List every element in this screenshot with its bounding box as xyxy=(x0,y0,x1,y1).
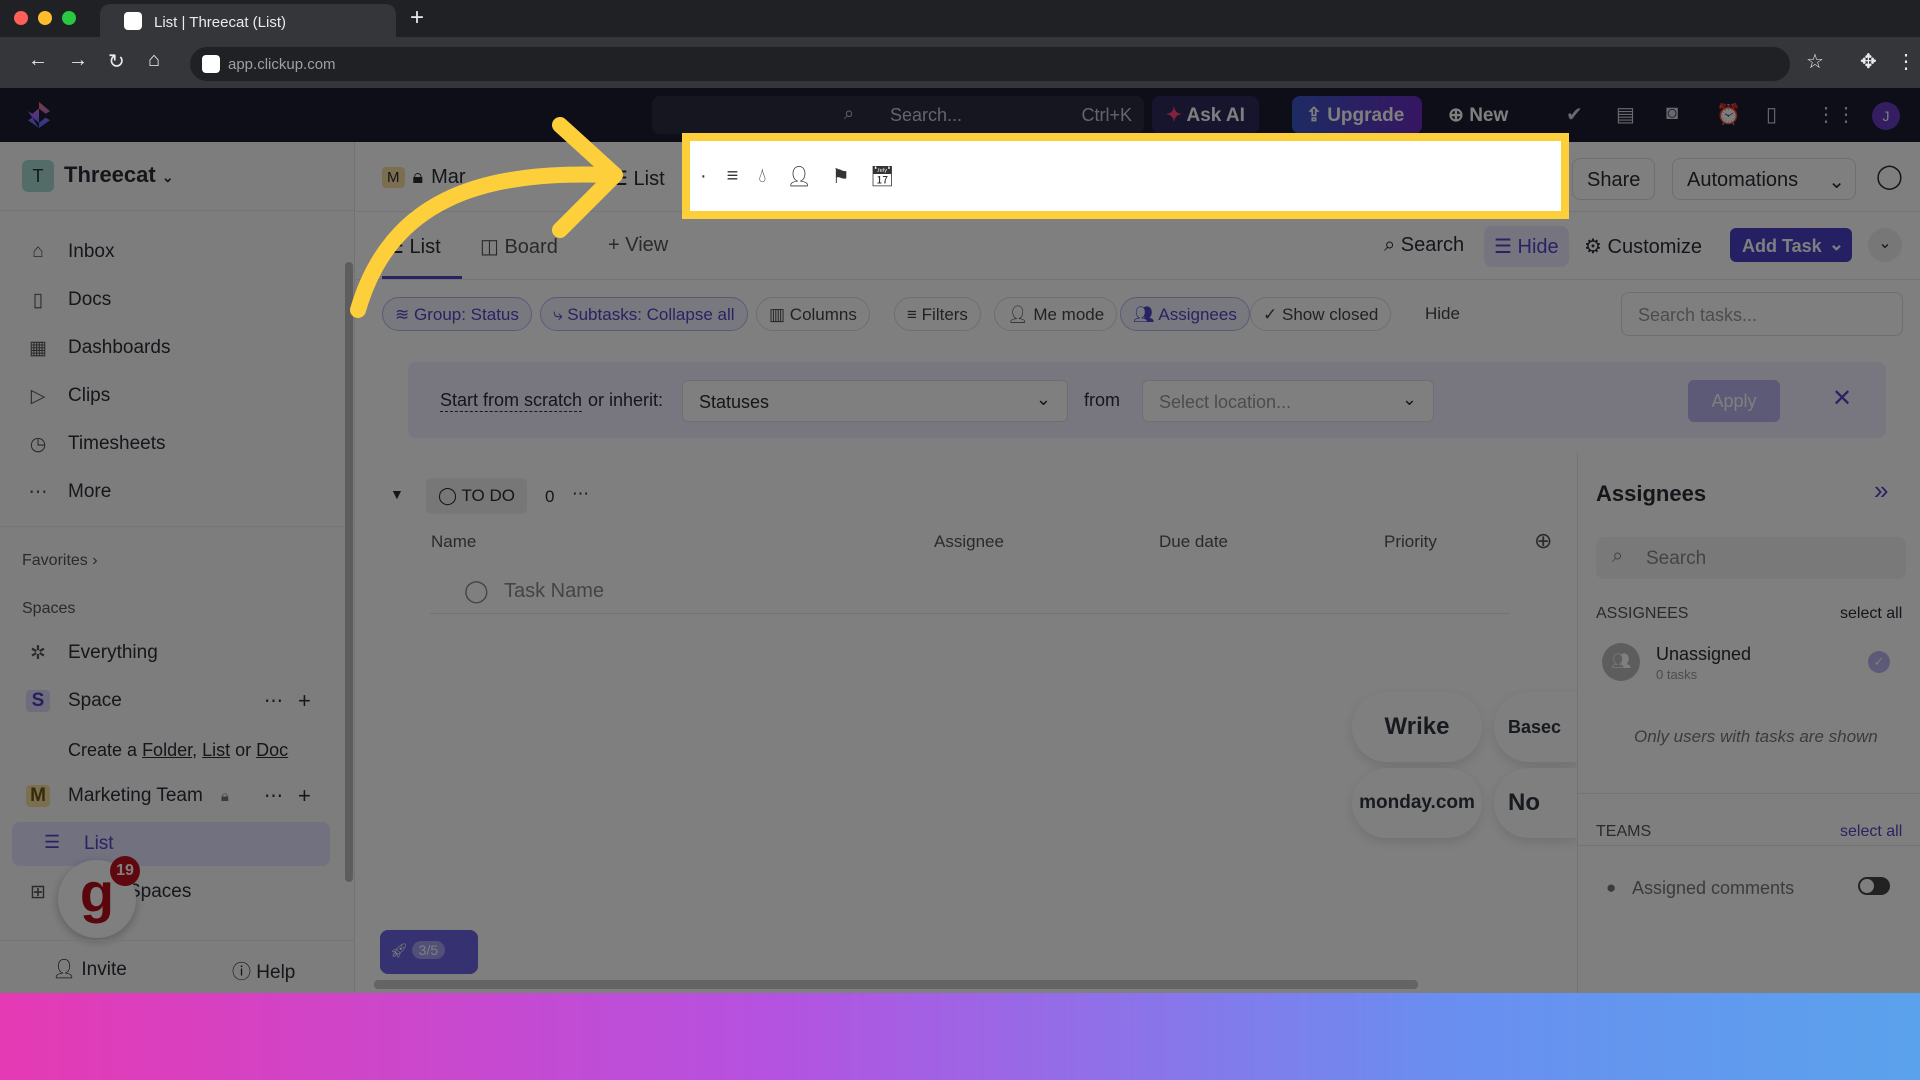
home-icon[interactable]: ⌂ xyxy=(148,49,160,72)
forward-icon[interactable]: → xyxy=(68,49,88,72)
close-window-button[interactable] xyxy=(14,11,28,25)
maximize-window-button[interactable] xyxy=(62,11,76,25)
description-icon[interactable]: ≡ xyxy=(727,165,739,188)
tab-title: List | Threecat (List) xyxy=(154,14,286,31)
reload-icon[interactable]: ↻ xyxy=(108,49,125,74)
new-tab-button[interactable]: + xyxy=(410,4,424,32)
assignee-icon[interactable]: 👤︎ xyxy=(786,164,811,189)
dim-overlay xyxy=(0,88,1920,993)
browser-tab[interactable]: List | Threecat (List) xyxy=(100,4,396,37)
annotation-arrow-icon xyxy=(350,117,623,318)
highlighted-toolbar: · ≡ 💧︎ 👤︎ ⚑ 📅︎ xyxy=(682,133,1569,219)
dot-separator: · xyxy=(700,164,707,187)
minimize-window-button[interactable] xyxy=(38,11,52,25)
browser-tab-bar: List | Threecat (List) + xyxy=(0,0,1920,37)
color-drop-icon[interactable]: 💧︎ xyxy=(758,165,766,188)
browser-menu-icon[interactable]: ⋮ xyxy=(1896,49,1916,74)
calendar-icon[interactable]: 📅︎ xyxy=(870,164,895,189)
site-icon xyxy=(202,55,220,73)
clickup-favicon-icon xyxy=(124,12,142,30)
priority-flag-icon[interactable]: ⚑ xyxy=(832,164,850,189)
url-field[interactable]: app.clickup.com xyxy=(190,47,1790,81)
url-text: app.clickup.com xyxy=(228,56,336,73)
bookmark-star-icon[interactable]: ☆ xyxy=(1806,49,1824,74)
back-icon[interactable]: ← xyxy=(28,49,48,72)
extensions-icon[interactable]: ✥ xyxy=(1860,49,1877,74)
bottom-gradient-bar xyxy=(0,993,1920,1080)
